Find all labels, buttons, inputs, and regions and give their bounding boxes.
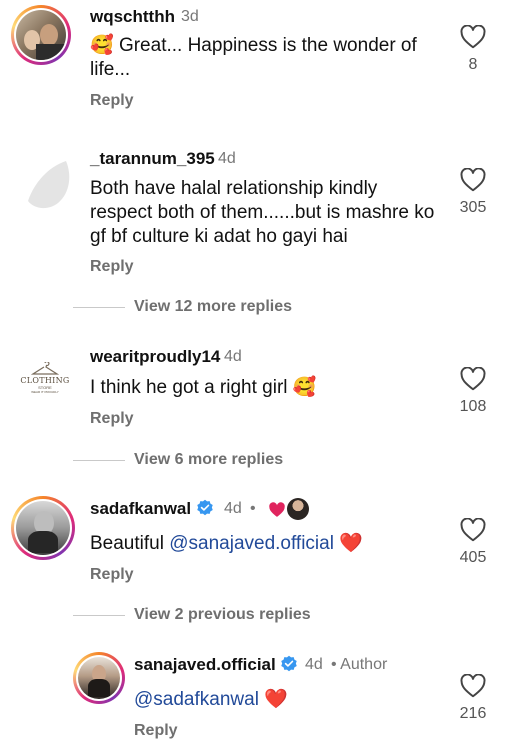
comment-timestamp: 4d [224,500,242,517]
avatar-sanajaved[interactable] [73,652,125,704]
separator-dot: • [250,500,256,517]
heart-outline-icon[interactable] [460,517,486,542]
like-column: 8 [448,24,498,74]
comment-body: Great... Happiness is the wonder of life… [90,35,417,80]
view-previous-replies-button[interactable]: View 2 previous replies [134,606,311,624]
like-column: 305 [448,167,498,217]
heart-outline-icon[interactable] [460,366,486,391]
divider-line [73,460,125,461]
comment-username[interactable]: wearitproudly14 [90,347,220,367]
liked-by-creator-heart-icon [269,502,285,517]
view-more-replies-button[interactable]: View 6 more replies [134,451,283,469]
like-column: 405 [448,517,498,567]
like-count: 216 [459,705,487,722]
username-text[interactable]: sanajaved.official [134,655,276,674]
username-text[interactable]: sadafkanwal [90,499,191,518]
like-column: 216 [448,673,498,723]
like-count: 305 [459,199,487,216]
emoji: 🥰 [292,377,317,398]
avatar-sadafkanwal[interactable] [11,496,75,560]
comment-username[interactable]: wqschtthh [90,7,175,27]
reply-button[interactable]: Reply [90,410,134,428]
like-column: 108 [448,366,498,416]
hanger-icon [31,362,59,375]
default-avatar-icon [28,161,70,209]
emoji: 🥰 [90,35,114,56]
comment-text: Both have halal relationship kindly resp… [90,178,435,247]
comment-body: I think he got a right girl [90,377,288,398]
comment-timestamp: 4d [305,656,323,673]
comment-timestamp: 4d [218,150,236,167]
emoji: ❤️ [264,689,288,710]
comment-text: Beautiful @sanajaved.official ❤️ [90,532,440,556]
avatar-wqschtthh[interactable] [11,5,71,65]
creator-mini-avatar [287,498,309,520]
like-count: 108 [459,398,487,415]
verified-badge-icon [281,655,298,672]
comment-username[interactable]: sadafkanwal [90,499,214,519]
emoji: ❤️ [339,533,363,554]
comment-username[interactable]: sanajaved.official [134,655,298,675]
comment-text: I think he got a right girl 🥰 [90,376,440,400]
verified-badge-icon [197,499,213,516]
comment-body: Beautiful [90,533,170,554]
reply-button[interactable]: Reply [90,92,134,110]
logo-text: CLOTHING [20,376,70,385]
comment-text: 🥰 Great... Happiness is the wonder of li… [90,34,445,82]
comment-timestamp: 4d [224,348,242,365]
heart-outline-icon[interactable] [460,673,486,698]
divider-line [73,615,125,616]
avatar-wearitproudly[interactable]: CLOTHING STORE WEAR IT PROUDLY [14,347,76,409]
like-count: 405 [459,549,487,566]
reply-button[interactable]: Reply [90,566,134,584]
mention-link[interactable]: @sadafkanwal [134,689,259,710]
mention-link[interactable]: @sanajaved.official [169,533,334,554]
comment-username[interactable]: _tarannum_395 [90,149,215,169]
reply-button[interactable]: Reply [90,258,134,276]
reply-button[interactable]: Reply [134,722,178,740]
avatar-tarannum[interactable] [20,153,80,213]
author-label: • Author [331,656,388,673]
like-count: 8 [468,56,478,73]
divider-line [73,307,125,308]
view-more-replies-button[interactable]: View 12 more replies [134,298,292,316]
logo-tagline: WEAR IT PROUDLY [31,390,59,394]
comment-text: @sadafkanwal ❤️ [134,688,434,712]
comment-timestamp: 3d [181,8,199,25]
heart-outline-icon[interactable] [460,24,486,49]
heart-outline-icon[interactable] [460,167,486,192]
